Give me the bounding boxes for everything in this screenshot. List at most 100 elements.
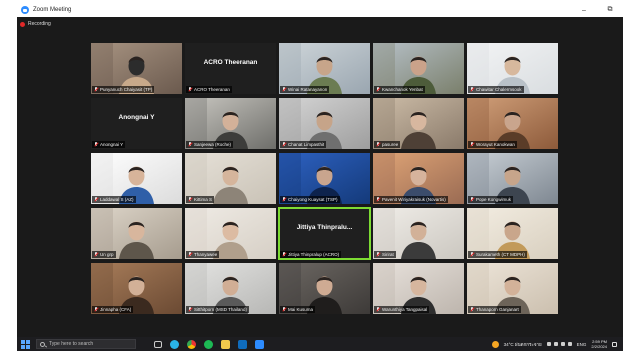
participant-tile[interactable]: pasuree	[373, 98, 464, 149]
mic-muted-icon	[188, 307, 192, 312]
participant-nameplate: Mai Kusuma	[280, 306, 316, 313]
mic-muted-icon	[282, 87, 286, 92]
volume-icon[interactable]	[567, 342, 572, 346]
participant-nameplate: Kittima S	[186, 196, 215, 203]
maximize-button[interactable]: ⧉	[605, 6, 615, 14]
participant-nameplate: Warunthiya Tangpaisal	[374, 306, 430, 313]
mic-muted-icon	[376, 307, 380, 312]
mic-muted-icon	[282, 252, 286, 257]
windows-start-icon[interactable]	[21, 339, 30, 349]
participant-tile[interactable]: Laddawal S (AZ)	[91, 153, 182, 204]
mic-muted-icon	[282, 142, 286, 147]
participant-tile[interactable]: Worayut Kanokwan	[467, 98, 558, 149]
participant-tile[interactable]: Jittiya Thinpralu... Jittiya Thinpralup (…	[278, 207, 371, 260]
record-icon	[20, 21, 25, 27]
mic-muted-icon	[376, 252, 380, 257]
language-indicator[interactable]: ENG	[577, 342, 587, 347]
mic-muted-icon	[94, 87, 98, 92]
participant-nameplate: Sanjeewa (Roche)	[186, 141, 234, 148]
participant-tile[interactable]: Kittima S	[185, 153, 276, 204]
participant-display-name: Jittiya Thinpralu...	[296, 224, 353, 231]
mic-muted-icon	[470, 197, 474, 202]
taskbar-search-input[interactable]: Type here to search	[36, 339, 136, 349]
participant-tile[interactable]: Punyanuch Chaiyasit (TP)	[91, 43, 182, 94]
weather-text[interactable]: 34°C ฝนตกกระจาย	[504, 341, 542, 348]
system-tray: 34°C ฝนตกกระจาย ENG 2:59 PM 2/2/2024	[491, 337, 617, 351]
recording-label: Recording	[28, 21, 51, 27]
participant-tile[interactable]: Kwanchanok Yenbat	[373, 43, 464, 94]
notifications-icon[interactable]	[612, 341, 617, 347]
mic-muted-icon	[282, 307, 286, 312]
participant-tile[interactable]: Sirirat	[373, 208, 464, 259]
participant-name: Jittiya Thinpralup (ACRO)	[288, 252, 340, 257]
participant-display-name: ACRO Theeranan	[203, 59, 258, 66]
participant-nameplate: Thanyawee	[186, 251, 220, 258]
participant-name: Surakameth (CT MDPH)	[476, 252, 525, 257]
participant-nameplate: Jinnapha (CFA)	[92, 306, 134, 313]
participant-nameplate: Chawitar Chalermsook	[468, 86, 524, 93]
zoom-window: Zoom Meeting – ⧉ Recording Punyanuch Cha…	[17, 3, 623, 351]
participant-tile[interactable]: Pope Kongwimuk	[467, 153, 558, 204]
participant-nameplate: Surakameth (CT MDPH)	[468, 251, 527, 258]
network-icon[interactable]	[560, 342, 565, 346]
participant-nameplate: Anongnai Y	[92, 141, 126, 148]
mic-muted-icon	[94, 197, 98, 202]
file-explorer-icon[interactable]	[221, 339, 230, 349]
clock[interactable]: 2:59 PM 2/2/2024	[591, 339, 607, 349]
participant-name: Warunthiya Tangpaisal	[382, 307, 428, 312]
weather-icon[interactable]	[491, 340, 499, 348]
zoom-taskbar-icon[interactable]	[255, 339, 264, 349]
participant-name: pasuree	[382, 142, 399, 147]
participant-tile[interactable]: Chaiyong Kuaysat (TSP)	[279, 153, 370, 204]
participant-name: Thanyawee	[194, 252, 218, 257]
participant-nameplate: Chanat Limpasthit	[280, 141, 327, 148]
participant-name: Kittima S	[194, 197, 213, 202]
participant-tile[interactable]: Sitthitporn (MSD Thailand)	[185, 263, 276, 314]
participant-name: Chawitar Chalermsook	[476, 87, 522, 92]
participant-name: Kwanchanok Yenbat	[382, 87, 423, 92]
participant-display-name: Anongnai Y	[118, 114, 155, 121]
participant-tile[interactable]: Winai Ratanayanon	[279, 43, 370, 94]
clock-date: 2/2/2024	[591, 344, 607, 349]
chevron-up-icon[interactable]	[546, 342, 551, 346]
participant-tile[interactable]: Pavenit Wiriyakraisuk (Novartis)	[373, 153, 464, 204]
participant-tile[interactable]: Mai Kusuma	[279, 263, 370, 314]
mic-muted-icon	[282, 197, 286, 202]
zoom-logo-icon	[21, 6, 29, 14]
participant-name: Anongnai Y	[100, 142, 124, 147]
participant-tile[interactable]: Jinnapha (CFA)	[91, 263, 182, 314]
mail-icon[interactable]	[238, 339, 247, 349]
battery-icon[interactable]	[553, 342, 558, 346]
participant-tile[interactable]: Chanat Limpasthit	[279, 98, 370, 149]
participant-nameplate: Pope Kongwimuk	[468, 196, 514, 203]
title-bar: Zoom Meeting – ⧉	[17, 3, 623, 17]
chrome-browser-icon[interactable]	[187, 339, 196, 349]
participant-tile[interactable]: Thanaporn Ganjanart	[467, 263, 558, 314]
participant-nameplate: Worayut Kanokwan	[468, 141, 517, 148]
participant-tile[interactable]: Un grp	[91, 208, 182, 259]
window-controls: – ⧉	[579, 3, 615, 17]
task-view-icon[interactable]	[154, 340, 162, 348]
participant-name: Sanjeewa (Roche)	[194, 142, 232, 147]
participant-nameplate: Chaiyong Kuaysat (TSP)	[280, 196, 340, 203]
minimize-button[interactable]: –	[579, 7, 589, 14]
windows-taskbar: Type here to search 34°C ฝนตกกระจาย ENG …	[17, 337, 623, 351]
participant-tile[interactable]: Sanjeewa (Roche)	[185, 98, 276, 149]
edge-browser-icon[interactable]	[170, 339, 179, 349]
recording-indicator[interactable]: Recording	[20, 19, 51, 29]
participant-name: Punyanuch Chaiyasit (TP)	[100, 87, 153, 92]
spotify-icon[interactable]	[204, 339, 213, 349]
participant-tile[interactable]: Surakameth (CT MDPH)	[467, 208, 558, 259]
participant-tile[interactable]: Anongnai Y Anongnai Y	[91, 98, 182, 149]
participant-nameplate: Punyanuch Chaiyasit (TP)	[92, 86, 155, 93]
mic-muted-icon	[376, 197, 380, 202]
participant-tile[interactable]: Warunthiya Tangpaisal	[373, 263, 464, 314]
participant-tile[interactable]: ACRO Theeranan ACRO Theeranan	[185, 43, 276, 94]
participant-name: Un grp	[100, 252, 114, 257]
participant-nameplate: Thanaporn Ganjanart	[468, 306, 521, 313]
participant-tile[interactable]: Chawitar Chalermsook	[467, 43, 558, 94]
participant-tile[interactable]: Thanyawee	[185, 208, 276, 259]
participant-name: Winai Ratanayanon	[288, 87, 328, 92]
participant-nameplate: Pavenit Wiriyakraisuk (Novartis)	[374, 196, 448, 203]
mic-muted-icon	[94, 307, 98, 312]
